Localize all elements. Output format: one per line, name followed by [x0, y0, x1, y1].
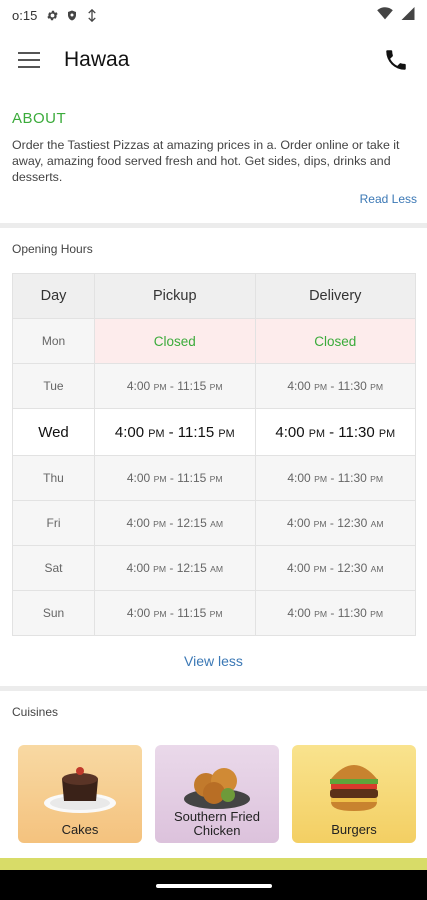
- table-row: Mon Closed Closed: [12, 318, 416, 364]
- day-cell: Thu: [12, 455, 95, 501]
- table-header-row: Day Pickup Delivery: [12, 273, 416, 319]
- delivery-cell: 4:00 PM - 11:30 PM: [254, 408, 416, 456]
- about-heading: ABOUT: [12, 110, 67, 127]
- bottom-accent-strip: [0, 858, 427, 870]
- opening-hours-table: Day Pickup Delivery Mon Closed Closed Tu…: [12, 273, 416, 636]
- burger-icon: [330, 765, 378, 811]
- table-row: Thu 4:00 PM - 11:15 PM 4:00 PM - 11:30 P…: [12, 455, 416, 501]
- day-cell: Sun: [12, 590, 95, 636]
- pickup-cell: 4:00 PM - 11:15 PM: [94, 408, 256, 456]
- app-bar: Hawaa: [0, 30, 427, 90]
- cuisine-label: Burgers: [331, 822, 377, 837]
- pickup-column-header: Pickup: [94, 273, 256, 319]
- delivery-column-header: Delivery: [254, 273, 416, 319]
- view-less-link[interactable]: View less: [0, 653, 427, 669]
- pickup-cell: 4:00 PM - 12:15 AM: [94, 500, 256, 546]
- day-cell: Tue: [12, 363, 95, 409]
- pickup-cell: 4:00 PM - 12:15 AM: [94, 545, 256, 591]
- cuisine-card-southern-fried-chicken[interactable]: Southern Fried Chicken: [155, 745, 279, 843]
- table-row: Fri 4:00 PM - 12:15 AM 4:00 PM - 12:30 A…: [12, 500, 416, 546]
- about-section: ABOUT Order the Tastiest Pizzas at amazi…: [0, 110, 427, 206]
- cell-signal-icon: [401, 7, 415, 23]
- delivery-cell: 4:00 PM - 11:30 PM: [254, 590, 416, 636]
- home-gesture-handle[interactable]: [155, 884, 272, 888]
- wifi-icon: [377, 7, 393, 23]
- table-row: Sun 4:00 PM - 11:15 PM 4:00 PM - 11:30 P…: [12, 590, 416, 636]
- day-column-header: Day: [12, 273, 95, 319]
- delivery-cell: Closed: [254, 318, 416, 364]
- cuisine-card-cakes[interactable]: Cakes: [18, 745, 142, 843]
- phone-call-icon[interactable]: [383, 47, 409, 73]
- section-divider: [0, 223, 427, 228]
- delivery-cell: 4:00 PM - 11:30 PM: [254, 363, 416, 409]
- opening-hours-title: Opening Hours: [12, 242, 93, 256]
- table-row-today: Wed 4:00 PM - 11:15 PM 4:00 PM - 11:30 P…: [12, 408, 416, 456]
- day-cell: Fri: [12, 500, 95, 546]
- cuisines-title: Cuisines: [12, 705, 59, 719]
- data-transfer-icon: [85, 8, 99, 22]
- cuisine-label: Southern Fried Chicken: [174, 809, 260, 838]
- delivery-cell: 4:00 PM - 12:30 AM: [254, 545, 416, 591]
- day-cell: Mon: [12, 318, 95, 364]
- day-cell: Sat: [12, 545, 95, 591]
- shield-icon: [65, 8, 79, 22]
- settings-gear-icon: [45, 8, 59, 22]
- delivery-cell: 4:00 PM - 12:30 AM: [254, 500, 416, 546]
- cuisine-card-burgers[interactable]: Burgers: [292, 745, 416, 843]
- status-time: o:15: [12, 7, 38, 23]
- cake-icon: [44, 767, 116, 813]
- table-row: Sat 4:00 PM - 12:15 AM 4:00 PM - 12:30 A…: [12, 545, 416, 591]
- pickup-cell: 4:00 PM - 11:15 PM: [94, 590, 256, 636]
- pickup-cell: Closed: [94, 318, 256, 364]
- read-less-link[interactable]: Read Less: [360, 192, 417, 206]
- section-divider: [0, 686, 427, 691]
- fried-chicken-icon: [184, 768, 250, 809]
- about-description: Order the Tastiest Pizzas at amazing pri…: [12, 138, 400, 184]
- cuisine-label: Cakes: [61, 822, 99, 837]
- delivery-cell: 4:00 PM - 11:30 PM: [254, 455, 416, 501]
- pickup-cell: 4:00 PM - 11:15 PM: [94, 363, 256, 409]
- table-row: Tue 4:00 PM - 11:15 PM 4:00 PM - 11:30 P…: [12, 363, 416, 409]
- pickup-cell: 4:00 PM - 11:15 PM: [94, 455, 256, 501]
- day-cell: Wed: [12, 408, 95, 456]
- page-title: Hawaa: [64, 48, 130, 71]
- status-bar: o:15: [0, 0, 427, 30]
- system-navigation-bar: [0, 870, 427, 900]
- hamburger-menu-icon[interactable]: [18, 48, 42, 72]
